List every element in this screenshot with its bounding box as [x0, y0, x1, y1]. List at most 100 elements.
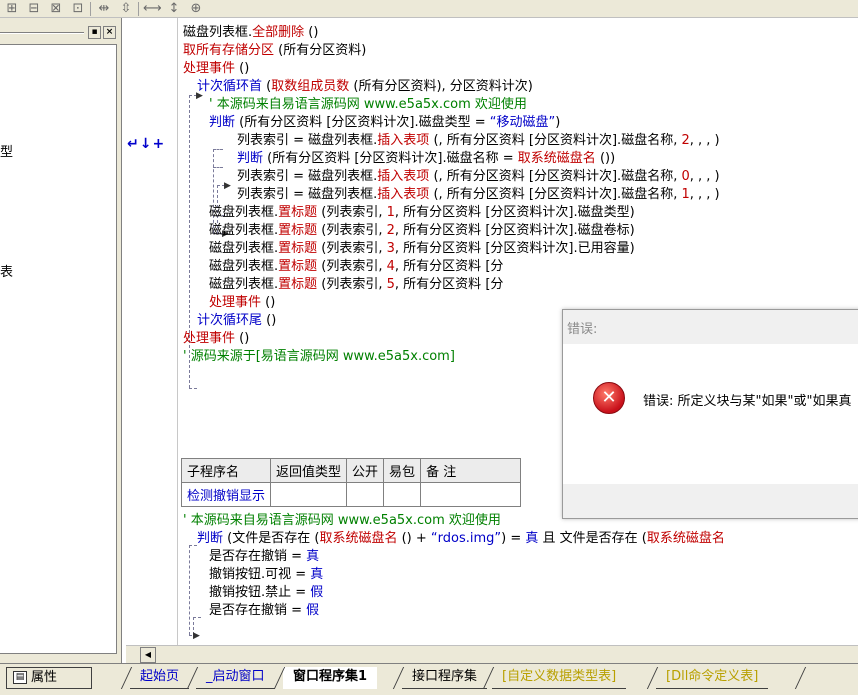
table-header: 备 注: [420, 458, 522, 483]
align-bottom-icon[interactable]: ⊡: [69, 1, 87, 17]
code-line[interactable]: 列表索引 = 磁盘列表框.插入表项 (, 所有分区资料 [分区资料计次].磁盘名…: [237, 132, 720, 150]
code-line[interactable]: 计次循环尾 (): [197, 312, 276, 330]
code-token: 置标题: [278, 277, 318, 292]
code-line[interactable]: ' 源码来源于[易语言源码网 www.e5a5x.com]: [183, 348, 455, 366]
table-cell[interactable]: [420, 482, 522, 507]
code-token: (): [304, 25, 319, 40]
code-token: , 所有分区资料 [分区资料计次].磁盘卷标): [394, 223, 635, 238]
code-token: 5: [386, 277, 395, 292]
code-token: (列表索引,: [317, 241, 387, 256]
code-line[interactable]: ' 本源码来自易语言源码网 www.e5a5x.com 欢迎使用: [209, 96, 527, 114]
code-line[interactable]: ' 本源码来自易语言源码网 www.e5a5x.com 欢迎使用: [183, 512, 501, 530]
align-left-icon[interactable]: ⊞: [3, 1, 21, 17]
code-line[interactable]: 列表索引 = 磁盘列表框.插入表项 (, 所有分区资料 [分区资料计次].磁盘名…: [237, 168, 720, 186]
code-token: 列表索引 = 磁盘列表框.: [237, 133, 378, 148]
properties-label: 属性: [31, 670, 58, 685]
align-top-icon[interactable]: ⊠: [47, 1, 65, 17]
code-line[interactable]: 磁盘列表框.置标题 (列表索引, 5, 所有分区资料 [分: [209, 276, 503, 294]
error-dialog: 错误: ✕ 错误: 所定义块与某"如果"或"如果真: [562, 309, 858, 519]
code-token: 列表索引 = 磁盘列表框.: [237, 187, 378, 202]
code-line[interactable]: 计次循环首 (取数组成员数 (所有分区资料), 分区资料计次): [197, 78, 533, 96]
code-token: 取所有存储分区: [183, 43, 275, 58]
same-height-icon[interactable]: ↕: [165, 1, 183, 17]
code-token: (, 所有分区资料 [分区资料计次].磁盘名称,: [429, 187, 682, 202]
table-cell[interactable]: [346, 482, 385, 507]
code-token: ): [555, 115, 561, 130]
code-line[interactable]: 撤销按钮.禁止 = 假: [209, 584, 323, 602]
code-token: ' 本源码来自易语言源码网 www.e5a5x.com 欢迎使用: [209, 97, 527, 112]
table-cell-name[interactable]: 检测撤销显示: [180, 482, 272, 507]
code-token: (, 所有分区资料 [分区资料计次].磁盘名称,: [429, 169, 682, 184]
bottom-tab[interactable]: [自定义数据类型表]: [492, 667, 627, 689]
panel-list[interactable]: 型 表: [0, 44, 117, 654]
breakpoint-marker[interactable]: ↵↓+: [127, 136, 165, 152]
code-line[interactable]: 处理事件 (): [183, 60, 249, 78]
code-token: 置标题: [278, 223, 318, 238]
code-token: (列表索引,: [317, 223, 387, 238]
code-token: 计次循环尾: [197, 313, 263, 328]
bottom-tab[interactable]: _启动窗口: [196, 667, 275, 689]
code-line[interactable]: 处理事件 (): [183, 330, 249, 348]
properties-icon: ▤: [13, 671, 27, 684]
code-line[interactable]: 磁盘列表框.置标题 (列表索引, 2, 所有分区资料 [分区资料计次].磁盘卷标…: [209, 222, 635, 240]
code-line[interactable]: 判断 (所有分区资料 [分区资料计次].磁盘类型 = “移动磁盘”): [209, 114, 560, 132]
code-token: (所有分区资料), 分区资料计次): [349, 79, 533, 94]
close-icon[interactable]: ×: [103, 26, 116, 39]
code-token: (, 所有分区资料 [分区资料计次].磁盘名称,: [429, 133, 682, 148]
table-cell[interactable]: [270, 482, 348, 507]
code-token: ' 本源码来自易语言源码网 www.e5a5x.com 欢迎使用: [183, 513, 501, 528]
code-line[interactable]: 磁盘列表框.置标题 (列表索引, 3, 所有分区资料 [分区资料计次].已用容量…: [209, 240, 635, 258]
same-size-icon[interactable]: ⊕: [187, 1, 205, 17]
code-token: 取数组成员数: [271, 79, 350, 94]
code-token: 撤销按钮.禁止 =: [209, 585, 311, 600]
code-token: 置标题: [278, 241, 318, 256]
code-token: 计次循环首: [197, 79, 263, 94]
bottom-tab[interactable]: [Dll命令定义表]: [656, 667, 769, 689]
code-token: ) =: [501, 531, 526, 546]
distribute-h-icon[interactable]: ⇹: [95, 1, 113, 17]
code-token: (所有分区资料): [274, 43, 367, 58]
table-header: 公开: [346, 458, 385, 483]
code-line[interactable]: 处理事件 (): [209, 294, 275, 312]
panel-item: 表: [0, 265, 14, 280]
code-line[interactable]: 判断 (所有分区资料 [分区资料计次].磁盘名称 = 取系统磁盘名 ()): [237, 150, 615, 168]
code-line[interactable]: 撤销按钮.可视 = 真: [209, 566, 323, 584]
code-token: (): [261, 295, 276, 310]
code-token: 是否存在撤销 =: [209, 603, 307, 618]
code-token: , 所有分区资料 [分区资料计次].已用容量): [394, 241, 635, 256]
code-token: 取系统磁盘名: [319, 531, 398, 546]
code-line[interactable]: 是否存在撤销 = 假: [209, 602, 319, 620]
bottom-tab[interactable]: 接口程序集: [402, 667, 488, 689]
code-line[interactable]: 磁盘列表框.全部删除 (): [183, 24, 318, 42]
code-line[interactable]: 磁盘列表框.置标题 (列表索引, 1, 所有分区资料 [分区资料计次].磁盘类型…: [209, 204, 635, 222]
code-token: 假: [306, 603, 320, 618]
bottom-tab-bar: ▤ 属性 起始页 _启动窗口 窗口程序集1 接口程序集 [自定义数据类型表] [Dll命令…: [0, 663, 858, 695]
code-token: 磁盘列表框.: [209, 205, 279, 220]
horizontal-scrollbar[interactable]: ◀: [126, 645, 858, 663]
code-token: 假: [310, 585, 324, 600]
bottom-tab[interactable]: 起始页: [130, 667, 190, 689]
bottom-tab[interactable]: 窗口程序集1: [283, 667, 378, 689]
code-token: 判断: [197, 531, 224, 546]
table-cell[interactable]: [383, 482, 422, 507]
properties-tab[interactable]: ▤ 属性: [6, 667, 92, 689]
code-token: 2: [386, 223, 395, 238]
dialog-body: ✕ 错误: 所定义块与某"如果"或"如果真: [563, 344, 858, 484]
code-token: 4: [386, 259, 395, 274]
code-token: , , , ): [689, 133, 720, 148]
code-line[interactable]: 磁盘列表框.置标题 (列表索引, 4, 所有分区资料 [分: [209, 258, 503, 276]
error-message: 错误: 所定义块与某"如果"或"如果真: [643, 394, 852, 409]
scroll-left-icon[interactable]: ◀: [140, 647, 156, 663]
subroutine-table: 子程序名 返回值类型 公开 易包 备 注 检测撤销显示: [180, 458, 522, 507]
code-line[interactable]: 列表索引 = 磁盘列表框.插入表项 (, 所有分区资料 [分区资料计次].磁盘名…: [237, 186, 720, 204]
table-row[interactable]: 检测撤销显示: [180, 482, 522, 507]
code-line[interactable]: 取所有存储分区 (所有分区资料): [183, 42, 366, 60]
align-center-icon[interactable]: ⊟: [25, 1, 43, 17]
restore-icon[interactable]: ▪: [88, 26, 101, 39]
same-width-icon[interactable]: ⟷: [143, 1, 162, 17]
code-line[interactable]: 判断 (文件是否存在 (取系统磁盘名 () + “rdos.img”) = 真 …: [197, 530, 725, 548]
code-line[interactable]: 是否存在撤销 = 真: [209, 548, 319, 566]
code-token: (文件是否存在 (: [223, 531, 320, 546]
distribute-v-icon[interactable]: ⇳: [117, 1, 135, 17]
code-token: 插入表项: [377, 169, 430, 184]
